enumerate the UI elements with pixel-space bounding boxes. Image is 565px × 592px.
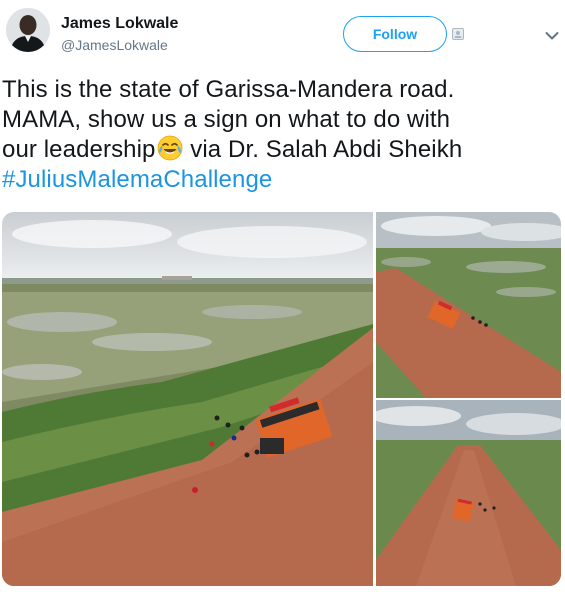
photo-aerial-top-right[interactable] (376, 212, 561, 398)
display-name[interactable]: James Lokwale (61, 14, 178, 33)
media-grid (2, 212, 561, 586)
tweet-line-segment: our leadership (2, 136, 156, 163)
hashtag-link[interactable]: #JuliusMalemaChallenge (2, 165, 562, 195)
follow-button[interactable]: Follow (343, 16, 447, 52)
user-handle[interactable]: @JamesLokwale (61, 36, 178, 54)
photo-aerial-bottom-right[interactable] (376, 400, 561, 586)
tweet-line: MAMA, show us a sign on what to do with (2, 106, 451, 133)
avatar[interactable] (6, 8, 50, 52)
tweet-line: This is the state of Garissa-Mandera roa… (2, 76, 455, 103)
tweet-line: our leadership via Dr. Salah Abdi Sheikh (2, 135, 562, 165)
mini-profile-icon (452, 27, 464, 40)
photo-aerial-wide[interactable] (2, 212, 373, 586)
tweet-header: James Lokwale @JamesLokwale Follow (0, 0, 565, 70)
tweet-text: This is the state of Garissa-Mandera roa… (2, 75, 562, 195)
user-block[interactable]: James Lokwale @JamesLokwale (61, 14, 178, 54)
face-with-tears-of-joy-icon (157, 135, 183, 161)
chevron-down-icon[interactable] (545, 28, 559, 40)
tweet-line-segment: via Dr. Salah Abdi Sheikh (183, 136, 463, 163)
